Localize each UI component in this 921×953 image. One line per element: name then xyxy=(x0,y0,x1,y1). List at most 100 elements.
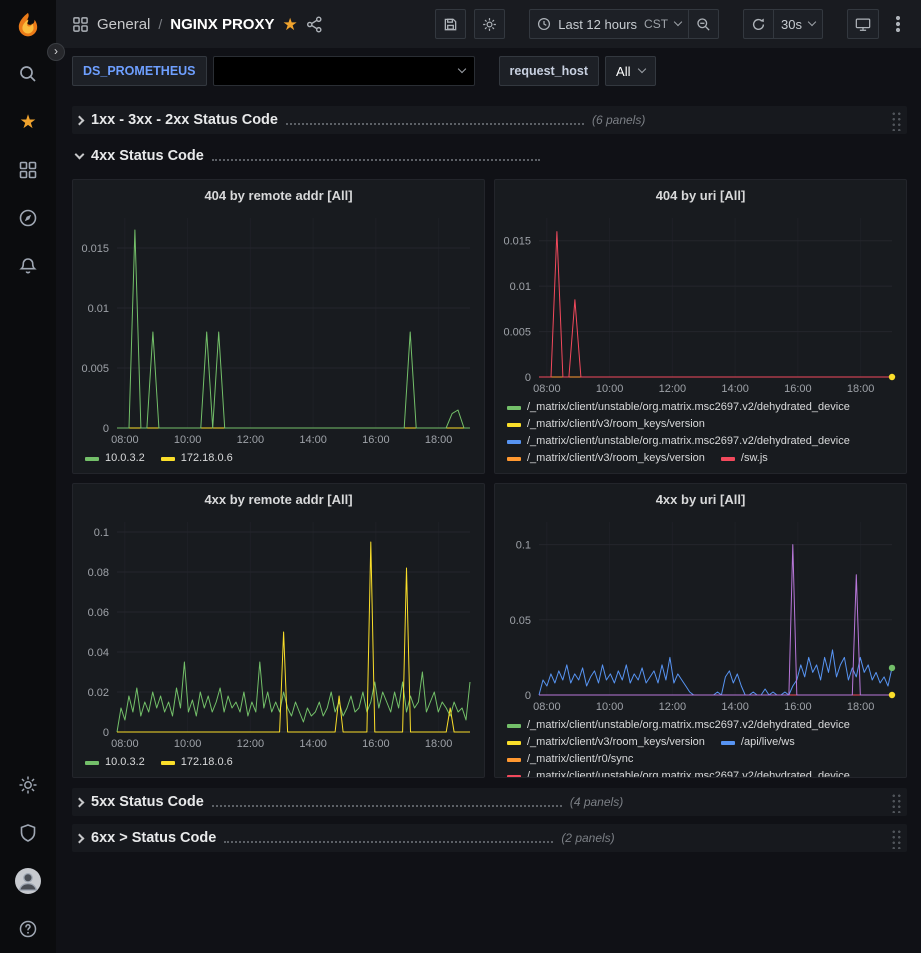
legend-item[interactable]: /_matrix/client/v3/room_keys/version xyxy=(507,450,705,467)
svg-text:0.01: 0.01 xyxy=(510,281,531,293)
request-host-variable-label[interactable]: request_host xyxy=(499,56,600,86)
panel-title[interactable]: 4xx by remote addr [All] xyxy=(73,484,484,514)
row-dotted-leader xyxy=(286,123,584,125)
datasource-variable-select[interactable] xyxy=(213,56,475,86)
legend-swatch xyxy=(507,758,521,762)
series-line xyxy=(539,650,892,695)
legend-item[interactable]: /_matrix/client/v3/room_keys/version xyxy=(507,734,705,751)
row-drag-handle[interactable] xyxy=(890,828,901,849)
person-icon xyxy=(15,868,41,894)
breadcrumb-section[interactable]: General xyxy=(97,16,150,33)
grafana-logo-icon[interactable] xyxy=(0,2,56,50)
sidebar-item-starred[interactable]: ★ xyxy=(0,98,56,146)
svg-text:0: 0 xyxy=(525,372,531,384)
chart-canvas: 08:0010:0012:0014:0016:0018:0000.020.040… xyxy=(73,514,484,752)
row-dotted-leader xyxy=(224,841,553,843)
row-drag-handle[interactable] xyxy=(890,110,901,131)
request-host-variable-select[interactable]: All xyxy=(605,56,656,86)
chevron-right-icon xyxy=(75,833,85,843)
svg-text:10:00: 10:00 xyxy=(596,383,624,395)
datasource-variable-label[interactable]: DS_PROMETHEUS xyxy=(72,56,207,86)
legend-item[interactable]: 10.0.3.2 xyxy=(85,754,145,771)
sidebar-item-dashboards[interactable] xyxy=(0,146,56,194)
legend-item[interactable]: /api/live/ws xyxy=(721,734,795,751)
timeseries-chart[interactable]: 08:0010:0012:0014:0016:0018:0000.0050.01… xyxy=(495,210,906,397)
svg-text:0: 0 xyxy=(525,690,531,702)
legend-item[interactable]: /_matrix/client/unstable/org.matrix.msc2… xyxy=(507,399,850,416)
series-line xyxy=(117,662,470,732)
svg-text:14:00: 14:00 xyxy=(299,738,327,750)
panel-legend: 10.0.3.2 172.18.0.6 xyxy=(73,448,484,473)
panel-title[interactable]: 404 by uri [All] xyxy=(495,180,906,210)
legend-item[interactable]: /_matrix/client/v3/room_keys/version xyxy=(507,416,705,433)
time-range-picker[interactable]: Last 12 hours CST xyxy=(529,9,689,39)
share-icon[interactable] xyxy=(306,16,323,33)
refresh-controls: 30s xyxy=(743,9,823,39)
kebab-icon xyxy=(896,16,900,32)
legend-item[interactable]: 172.18.0.6 xyxy=(161,754,233,771)
legend-item[interactable]: /_matrix/client/unstable/org.matrix.msc2… xyxy=(507,768,850,777)
refresh-interval-dropdown[interactable]: 30s xyxy=(774,9,823,39)
panel-title[interactable]: 404 by remote addr [All] xyxy=(73,180,484,210)
svg-text:12:00: 12:00 xyxy=(659,701,687,713)
svg-text:0.01: 0.01 xyxy=(88,303,109,315)
legend-label: /_matrix/client/unstable/org.matrix.msc2… xyxy=(527,717,850,734)
series-line xyxy=(117,230,470,428)
kebab-menu-button[interactable] xyxy=(887,9,909,39)
legend-swatch xyxy=(721,457,735,461)
panel-4xx-by-remote-addr: 4xx by remote addr [All] 08:0010:0012:00… xyxy=(72,483,485,778)
legend-item[interactable]: 172.18.0.6 xyxy=(161,450,233,467)
sidebar-item-alerting[interactable] xyxy=(0,242,56,290)
save-dashboard-button[interactable] xyxy=(435,9,466,39)
row-1xx-3xx-2xx[interactable]: 1xx - 3xx - 2xx Status Code (6 panels) xyxy=(72,106,907,134)
legend-item[interactable]: /_matrix/client/unstable/org.matrix.msc2… xyxy=(507,433,850,450)
compass-icon xyxy=(18,208,38,228)
sidebar-item-help[interactable] xyxy=(0,905,56,953)
timeseries-chart[interactable]: 08:0010:0012:0014:0016:0018:0000.050.1 xyxy=(495,514,906,715)
sidebar-expand-button[interactable]: › xyxy=(47,43,65,61)
row-drag-handle[interactable] xyxy=(890,792,901,813)
svg-text:0.1: 0.1 xyxy=(516,540,531,552)
svg-text:10:00: 10:00 xyxy=(596,701,624,713)
chevron-down-icon xyxy=(638,65,646,73)
dashboard-settings-button[interactable] xyxy=(474,9,505,39)
row-5xx[interactable]: 5xx Status Code (4 panels) xyxy=(72,788,907,816)
sidebar-item-server-admin[interactable] xyxy=(0,809,56,857)
help-icon xyxy=(18,919,38,939)
legend-item[interactable]: /sw.js xyxy=(721,450,768,467)
timeseries-chart[interactable]: 08:0010:0012:0014:0016:0018:0000.0050.01… xyxy=(73,210,484,448)
row-6xx[interactable]: 6xx > Status Code (2 panels) xyxy=(72,824,907,852)
row-4xx[interactable]: 4xx Status Code xyxy=(72,142,907,170)
sidebar-item-search[interactable] xyxy=(0,50,56,98)
sidebar-item-profile[interactable] xyxy=(0,857,56,905)
bell-icon xyxy=(18,256,38,276)
legend-item[interactable]: 10.0.3.2 xyxy=(85,450,145,467)
legend-swatch xyxy=(85,457,99,461)
legend-swatch xyxy=(721,741,735,745)
svg-text:14:00: 14:00 xyxy=(299,434,327,446)
dashboard-canvas: 1xx - 3xx - 2xx Status Code (6 panels) 4… xyxy=(56,96,921,953)
refresh-interval-label: 30s xyxy=(781,17,802,32)
sidebar-item-explore[interactable] xyxy=(0,194,56,242)
panel-legend: /_matrix/client/unstable/org.matrix.msc2… xyxy=(495,397,906,473)
panel-title[interactable]: 4xx by uri [All] xyxy=(495,484,906,514)
chevron-down-icon xyxy=(674,18,682,26)
row-panel-count: (6 panels) xyxy=(592,113,645,127)
sidebar-item-configuration[interactable] xyxy=(0,761,56,809)
zoom-out-button[interactable] xyxy=(689,9,719,39)
favorite-star-icon[interactable]: ★ xyxy=(282,16,297,33)
legend-label: /_matrix/client/unstable/org.matrix.msc2… xyxy=(527,433,850,450)
refresh-button[interactable] xyxy=(743,9,774,39)
svg-text:18:00: 18:00 xyxy=(425,434,453,446)
legend-item[interactable]: /_matrix/client/unstable/org.matrix.msc2… xyxy=(507,717,850,734)
time-controls: Last 12 hours CST xyxy=(529,9,719,39)
avatar xyxy=(15,868,41,894)
row-title: 4xx Status Code xyxy=(91,148,204,164)
row-panel-count: (2 panels) xyxy=(561,831,614,845)
apps-grid-icon[interactable] xyxy=(72,16,89,33)
page-title[interactable]: NGINX PROXY xyxy=(170,16,274,33)
chart-canvas: 08:0010:0012:0014:0016:0018:0000.050.1 xyxy=(495,514,906,715)
timeseries-chart[interactable]: 08:0010:0012:0014:0016:0018:0000.020.040… xyxy=(73,514,484,752)
tv-mode-button[interactable] xyxy=(847,9,879,39)
legend-item[interactable]: /_matrix/client/r0/sync xyxy=(507,751,633,768)
